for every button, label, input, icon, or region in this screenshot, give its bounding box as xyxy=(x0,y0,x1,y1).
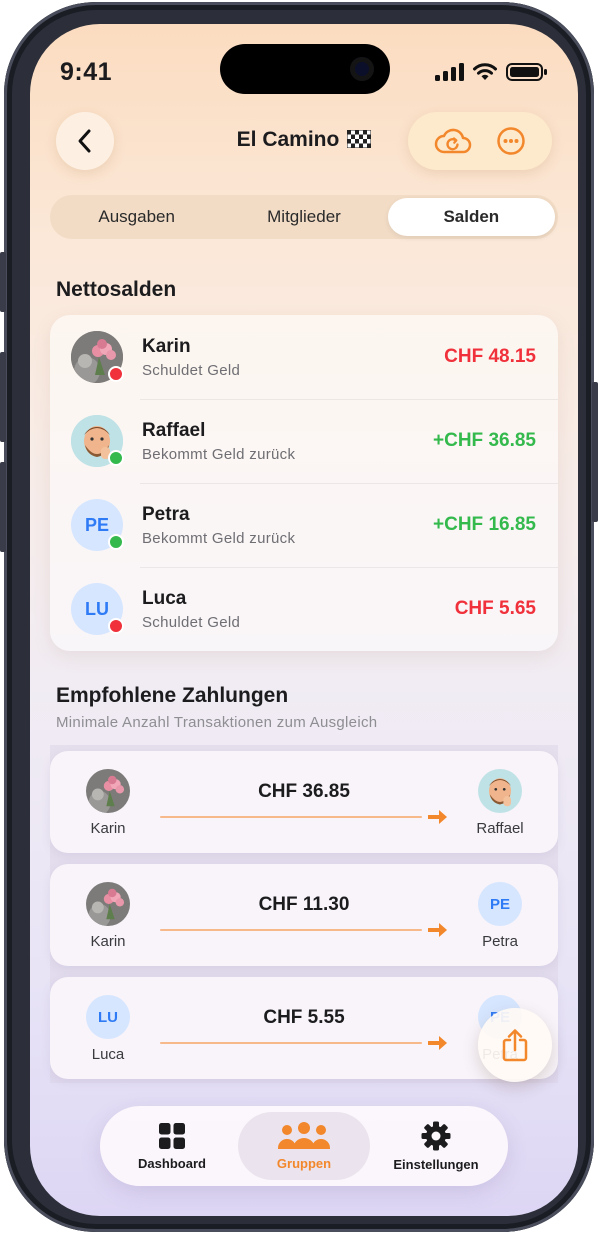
more-options-icon[interactable] xyxy=(496,126,526,156)
payment-line xyxy=(160,929,422,931)
gear-icon xyxy=(421,1121,451,1150)
avatar-initials: PE xyxy=(478,882,522,926)
tab-salden[interactable]: Salden xyxy=(387,198,555,236)
nav-label: Einstellungen xyxy=(393,1156,479,1172)
share-icon xyxy=(502,1029,528,1062)
payer-name: Karin xyxy=(90,933,126,950)
mute-switch xyxy=(0,252,6,312)
segmented-tabs: Ausgaben Mitglieder Salden xyxy=(50,195,558,239)
tab-mitglieder[interactable]: Mitglieder xyxy=(220,198,387,236)
balance-status: Bekommt Geld zurück xyxy=(142,530,296,547)
nav-label: Gruppen xyxy=(276,1155,332,1171)
payment-card[interactable]: Karin CHF 11.30 PE Petra xyxy=(50,864,558,966)
payment-to: PE Petra xyxy=(460,882,540,950)
phone-frame: 9:41 El Camino Ausgaben Mitglieder Salde… xyxy=(0,2,598,1232)
wifi-icon xyxy=(473,63,497,80)
volume-up-button xyxy=(0,352,6,442)
status-icons xyxy=(435,62,548,82)
people-icon xyxy=(278,1121,330,1149)
balance-name: Luca xyxy=(142,588,187,609)
power-button xyxy=(592,382,598,522)
balance-status: Schuldet Geld xyxy=(142,614,241,631)
payer-name: Luca xyxy=(91,1046,125,1063)
balance-amount: CHF 5.65 xyxy=(454,598,536,619)
payment-from: LU Luca xyxy=(68,995,148,1063)
status-dot-positive xyxy=(108,450,124,466)
volume-down-button xyxy=(0,462,6,552)
tab-ausgaben[interactable]: Ausgaben xyxy=(53,198,220,236)
payment-line xyxy=(160,1042,422,1044)
screen: 9:41 El Camino Ausgaben Mitglieder Salde… xyxy=(30,24,578,1216)
nav-einstellungen[interactable]: Einstellungen xyxy=(370,1112,502,1180)
balances-title: Nettosalden xyxy=(56,278,177,301)
arrow-right-icon xyxy=(428,1036,447,1050)
header-actions xyxy=(408,112,552,170)
avatar xyxy=(478,769,522,813)
payee-name: Petra xyxy=(482,933,518,950)
payment-from: Karin xyxy=(68,882,148,950)
balance-name: Raffael xyxy=(142,420,206,441)
payment-card[interactable]: Karin CHF 36.85 Raffael xyxy=(50,751,558,853)
arrow-right-icon xyxy=(428,923,447,937)
status-dot-positive xyxy=(108,534,124,550)
arrow-right-icon xyxy=(428,810,447,824)
balance-name: Petra xyxy=(142,504,190,525)
balance-row[interactable]: Karin Schuldet Geld CHF 48.15 xyxy=(50,315,558,399)
bottom-nav: Dashboard Gruppen Einstellungen xyxy=(100,1106,508,1186)
battery-icon xyxy=(506,63,547,81)
payments-title: Empfohlene Zahlungen xyxy=(56,684,289,707)
dynamic-island xyxy=(220,44,390,94)
grid-icon xyxy=(159,1122,185,1149)
balance-amount: +CHF 16.85 xyxy=(433,514,536,535)
nav-label: Dashboard xyxy=(138,1155,206,1171)
payment-to: Raffael xyxy=(460,769,540,837)
camera-icon xyxy=(350,57,374,81)
status-dot-negative xyxy=(108,618,124,634)
cloud-sync-icon[interactable] xyxy=(434,127,472,155)
checkered-flag-icon xyxy=(346,129,372,154)
balance-row[interactable]: LU Luca Schuldet Geld CHF 5.65 xyxy=(50,567,558,651)
payments-subtitle: Minimale Anzahl Transaktionen zum Ausgle… xyxy=(56,714,378,731)
nav-dashboard[interactable]: Dashboard xyxy=(106,1112,238,1180)
balance-row[interactable]: Raffael Bekommt Geld zurück +CHF 36.85 xyxy=(50,399,558,483)
nav-gruppen[interactable]: Gruppen xyxy=(238,1112,370,1180)
balance-row[interactable]: PE Petra Bekommt Geld zurück +CHF 16.85 xyxy=(50,483,558,567)
group-name: El Camino xyxy=(236,128,340,151)
balance-status: Bekommt Geld zurück xyxy=(142,446,296,463)
payer-name: Karin xyxy=(90,820,126,837)
payment-line xyxy=(160,816,422,818)
balance-name: Karin xyxy=(142,336,191,357)
balance-amount: CHF 48.15 xyxy=(444,346,536,367)
status-dot-negative xyxy=(108,366,124,382)
payee-name: Raffael xyxy=(476,820,524,837)
share-button[interactable] xyxy=(478,1008,552,1082)
payment-from: Karin xyxy=(68,769,148,837)
balance-status: Schuldet Geld xyxy=(142,362,241,379)
cellular-signal-icon xyxy=(435,63,464,81)
status-time: 9:41 xyxy=(60,58,113,86)
balances-card: Karin Schuldet Geld CHF 48.15 Raffael Be… xyxy=(50,315,558,651)
balance-amount: +CHF 36.85 xyxy=(433,430,536,451)
